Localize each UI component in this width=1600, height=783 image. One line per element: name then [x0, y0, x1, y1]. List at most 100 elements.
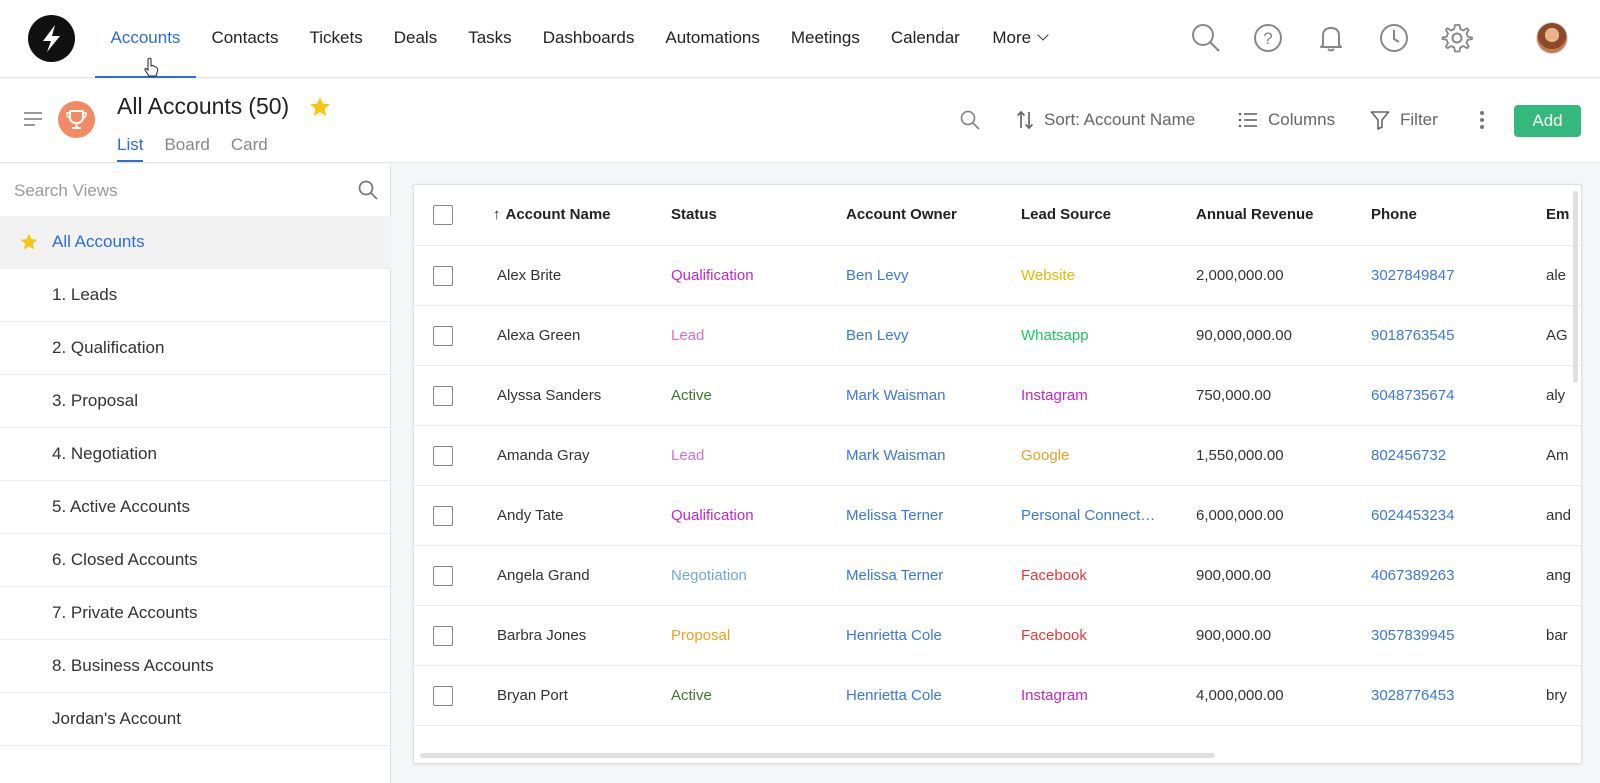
- cell-email: ale: [1546, 267, 1567, 284]
- cell-owner[interactable]: Mark Waisman: [846, 366, 1006, 426]
- column-header-source[interactable]: Lead Source: [1021, 185, 1181, 245]
- cell-name[interactable]: Angela Grand: [497, 546, 657, 606]
- view-tab-card[interactable]: Card: [231, 135, 268, 162]
- vertical-scrollbar[interactable]: [1573, 191, 1578, 383]
- view-mode-tabs: List Board Card: [117, 135, 268, 162]
- more-options-icon[interactable]: [1478, 110, 1486, 130]
- sidebar-view-item[interactable]: 7. Private Accounts: [0, 587, 391, 640]
- cell-source: Google: [1021, 447, 1070, 464]
- user-avatar[interactable]: [1536, 22, 1568, 54]
- sidebar-view-item[interactable]: All Accounts: [0, 216, 391, 269]
- cell-name[interactable]: Andy Tate: [497, 486, 657, 546]
- filter-button[interactable]: Filter: [1370, 105, 1438, 135]
- column-header-status[interactable]: Status: [671, 185, 831, 245]
- columns-button[interactable]: Columns: [1238, 105, 1335, 135]
- nav-tab-deals[interactable]: Deals: [378, 0, 452, 78]
- table-search-icon[interactable]: [959, 109, 981, 131]
- filter-label: Filter: [1400, 110, 1438, 129]
- select-all-checkbox[interactable]: [433, 205, 453, 225]
- sidebar-view-item[interactable]: Jordan's Account: [0, 693, 391, 746]
- cell-phone[interactable]: 3027849847: [1371, 246, 1531, 306]
- horizontal-scrollbar[interactable]: [420, 753, 1215, 758]
- cell-name[interactable]: Alyssa Sanders: [497, 366, 657, 426]
- column-header-phone[interactable]: Phone: [1371, 185, 1531, 245]
- cell-owner[interactable]: Melissa Terner: [846, 486, 1006, 546]
- cell-owner[interactable]: Henrietta Cole: [846, 666, 1006, 726]
- nav-tab-meetings[interactable]: Meetings: [775, 0, 875, 78]
- cell-owner[interactable]: Melissa Terner: [846, 546, 1006, 606]
- row-checkbox[interactable]: [433, 386, 453, 406]
- sort-button[interactable]: Sort: Account Name: [1016, 105, 1195, 135]
- bell-icon[interactable]: [1315, 22, 1347, 54]
- cell-name[interactable]: Alex Brite: [497, 246, 657, 306]
- cell-phone[interactable]: 9018763545: [1371, 306, 1531, 366]
- table-row[interactable]: Barbra Jones Proposal Henrietta Cole Facebo…: [414, 606, 1581, 666]
- app-logo[interactable]: [28, 15, 75, 62]
- sidebar-view-item[interactable]: 2. Qualification: [0, 322, 391, 375]
- cell-phone[interactable]: 3057839945: [1371, 606, 1531, 666]
- cell-phone[interactable]: 6048735674: [1371, 366, 1531, 426]
- cell-revenue: 4,000,000.00: [1196, 687, 1284, 704]
- table-row[interactable]: Alexa Green Lead Ben Levy Whatsapp 90,000,00…: [414, 306, 1581, 366]
- cell-name[interactable]: Alexa Green: [497, 306, 657, 366]
- column-header-label: Account Owner: [846, 206, 957, 223]
- column-header-owner[interactable]: Account Owner: [846, 185, 1006, 245]
- cell-phone[interactable]: 4067389263: [1371, 546, 1531, 606]
- sidebar-view-item[interactable]: 1. Leads: [0, 269, 391, 322]
- column-header-name[interactable]: ↑ Account Name: [493, 185, 653, 245]
- cell-owner[interactable]: Ben Levy: [846, 306, 1006, 366]
- cell-phone[interactable]: 3028776453: [1371, 666, 1531, 726]
- gear-icon[interactable]: [1441, 22, 1473, 54]
- cell-name[interactable]: Amanda Gray: [497, 426, 657, 486]
- row-checkbox[interactable]: [433, 506, 453, 526]
- nav-tab-tickets[interactable]: Tickets: [294, 0, 378, 78]
- search-views-input[interactable]: [14, 176, 334, 206]
- row-checkbox[interactable]: [433, 686, 453, 706]
- table-row[interactable]: Andy Tate Qualification Melissa Terner Pers…: [414, 486, 1581, 546]
- column-header-revenue[interactable]: Annual Revenue: [1196, 185, 1356, 245]
- nav-tab-tasks[interactable]: Tasks: [453, 0, 527, 78]
- table-row[interactable]: Angela Grand Negotiation Melissa Terner Fac…: [414, 546, 1581, 606]
- cell-name[interactable]: Bryan Port: [497, 666, 657, 726]
- sidebar-view-item[interactable]: 8. Business Accounts: [0, 640, 391, 693]
- row-checkbox[interactable]: [433, 266, 453, 286]
- nav-tab-dashboards[interactable]: Dashboards: [527, 0, 650, 78]
- filter-icon: [1370, 111, 1390, 130]
- column-header-email[interactable]: Em: [1546, 185, 1576, 245]
- row-checkbox[interactable]: [433, 446, 453, 466]
- cell-owner[interactable]: Ben Levy: [846, 246, 1006, 306]
- table-row[interactable]: Alex Brite Qualification Ben Levy Website 2,…: [414, 246, 1581, 306]
- row-checkbox[interactable]: [433, 326, 453, 346]
- sidebar-view-item[interactable]: 6. Closed Accounts: [0, 534, 391, 587]
- nav-tab-contacts[interactable]: Contacts: [196, 0, 294, 78]
- table-row[interactable]: Bryan Port Active Henrietta Cole Instagram 4…: [414, 666, 1581, 726]
- add-button[interactable]: Add: [1514, 105, 1581, 137]
- search-icon[interactable]: [357, 179, 379, 201]
- cell-email: ang: [1546, 567, 1572, 584]
- table-row[interactable]: Alyssa Sanders Active Mark Waisman Instagra…: [414, 366, 1581, 426]
- cell-source: Website: [1021, 267, 1075, 284]
- columns-list-icon: [1238, 112, 1257, 128]
- sidebar-view-item[interactable]: 3. Proposal: [0, 375, 391, 428]
- cell-revenue: 2,000,000.00: [1196, 267, 1284, 284]
- cell-phone[interactable]: 802456732: [1371, 426, 1531, 486]
- nav-tab-automations[interactable]: Automations: [650, 0, 776, 78]
- sidebar-view-item[interactable]: 5. Active Accounts: [0, 481, 391, 534]
- view-tab-list[interactable]: List: [117, 135, 144, 162]
- clock-icon[interactable]: [1378, 22, 1410, 54]
- cell-name[interactable]: Barbra Jones: [497, 606, 657, 666]
- cell-owner[interactable]: Mark Waisman: [846, 426, 1006, 486]
- nav-more-menu[interactable]: More: [975, 0, 1062, 78]
- cell-owner[interactable]: Henrietta Cole: [846, 606, 1006, 666]
- view-tab-board[interactable]: Board: [164, 135, 209, 162]
- table-row[interactable]: Amanda Gray Lead Mark Waisman Google 1,550,0…: [414, 426, 1581, 486]
- search-icon[interactable]: [1190, 22, 1222, 54]
- column-header-label: Em: [1546, 206, 1570, 223]
- sidebar-view-item[interactable]: 4. Negotiation: [0, 428, 391, 481]
- help-icon[interactable]: ?: [1252, 22, 1284, 54]
- row-checkbox[interactable]: [433, 566, 453, 586]
- nav-tab-calendar[interactable]: Calendar: [875, 0, 975, 78]
- row-checkbox[interactable]: [433, 626, 453, 646]
- cell-revenue: 90,000,000.00: [1196, 327, 1292, 344]
- cell-phone[interactable]: 6024453234: [1371, 486, 1531, 546]
